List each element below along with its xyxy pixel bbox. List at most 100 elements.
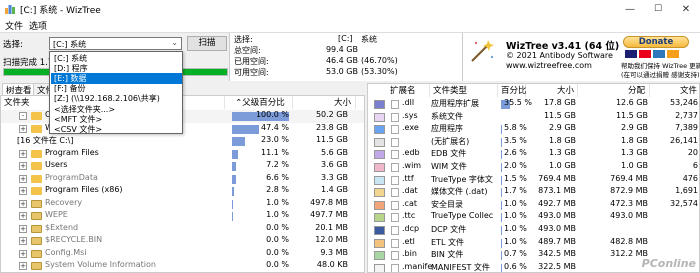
extension-percent: 0.6 % xyxy=(504,261,527,271)
extension-row[interactable]: (无扩展名) 3.5 % 1.8 GB 1.8 GB 26,141 xyxy=(368,135,699,149)
drive-option[interactable]: <CSV 文件> xyxy=(51,124,182,135)
expand-toggle-icon[interactable]: + xyxy=(19,262,27,270)
tree-row[interactable]: + Config.Msi 0.0 % 9.3 MB xyxy=(1,248,364,261)
extension-row[interactable]: .wim WIM 文件 2.0 % 1.0 GB 1.0 GB 6 xyxy=(368,161,699,174)
drive-select[interactable]: [C:] 系统 ⌄ xyxy=(49,37,182,50)
extension-row[interactable]: .dat 媒体文件 (.dat) 1.7 % 873.1 MB 872.9 MB 1,69… xyxy=(368,186,699,199)
expand-toggle-icon[interactable]: + xyxy=(19,187,27,195)
expand-toggle-icon[interactable]: + xyxy=(19,174,27,183)
file-type: 应用程序扩展 xyxy=(431,99,479,108)
tree-row[interactable]: + $Extend 0.0 % 20.1 MB xyxy=(1,223,364,236)
menu-options[interactable]: 选项 xyxy=(29,19,47,32)
extension-row[interactable]: .ttc TrueType Collection 1.0 % 493.0 MB 493.… xyxy=(368,211,699,224)
brand-url[interactable]: www.wiztreefree.com xyxy=(506,61,592,70)
menu-file[interactable]: 文件 xyxy=(5,19,23,32)
expand-toggle-icon[interactable]: + xyxy=(19,212,27,220)
extension-file-count: 1,691 xyxy=(675,186,698,196)
expand-toggle-icon[interactable]: + xyxy=(19,149,27,158)
extension-size: 1.3 GB xyxy=(549,148,576,158)
tree-row[interactable]: + Program Files (x86) 2.8 % 1.4 GB xyxy=(1,185,364,198)
tree-row[interactable]: + System Volume Information 0.0 % 48.0 KB xyxy=(1,260,364,272)
tree-row-size: 497.8 MB xyxy=(310,197,348,207)
expand-toggle-icon[interactable]: + xyxy=(19,124,27,133)
file-type: 系统文件 xyxy=(431,111,463,121)
extension-row[interactable]: .dcp DCP 文件 1.0 % 493.0 MB xyxy=(368,224,699,237)
brand-note: (在可以通过捐赠 感谢支持) xyxy=(621,71,700,79)
extension-size: 11.5 GB xyxy=(543,110,576,120)
tree-row[interactable]: [16 文件在 C:\] 23.0 % 11.5 GB xyxy=(1,135,364,148)
extension-row[interactable]: .exe 应用程序 5.8 % 2.9 GB 2.9 GB 7,389 xyxy=(368,123,699,136)
column-header-size[interactable]: 大小 xyxy=(293,96,356,109)
column-header-file-type[interactable]: 文件类型 xyxy=(430,84,498,97)
extension-size: 769.4 MB xyxy=(538,173,576,183)
extension-name: .cat xyxy=(402,198,417,208)
close-button[interactable]: ✕ xyxy=(672,0,700,18)
extension-row[interactable]: .ttf TrueType 字体文件 1.5 % 769.4 MB 769.4 MB 47… xyxy=(368,173,699,187)
extension-size: 17.8 GB xyxy=(543,98,576,107)
stats-key: 已用空间: xyxy=(234,57,269,66)
column-header-extension[interactable]: 扩展名 xyxy=(368,84,430,97)
title-bar: [C:] 系统 - WizTree — ☐ ✕ xyxy=(0,0,700,18)
extension-row[interactable]: .sys 系统文件 11.5 GB 11.5 GB 2,737 xyxy=(368,110,699,124)
expand-toggle-icon[interactable]: + xyxy=(19,249,27,258)
drive-dropdown-list[interactable]: [C:] 系统 [D:] 程序 [E:] 数据 [F:] 备份 [Z:] (\\192.… xyxy=(49,51,183,134)
tree-row-size: 1.4 GB xyxy=(321,185,348,194)
expand-toggle-icon[interactable]: + xyxy=(19,237,27,245)
extension-row[interactable]: .etl ETL 文件 1.0 % 489.7 MB 482.8 MB xyxy=(368,237,699,250)
extension-size: 492.7 MB xyxy=(538,198,576,208)
tree-row-size: 20.1 MB xyxy=(315,222,348,232)
column-header-percent[interactable]: 百分比 xyxy=(498,84,527,97)
column-header-ext-size[interactable]: 大小 xyxy=(526,84,578,97)
expand-toggle-icon[interactable]: - xyxy=(19,112,27,120)
wiztree-window: [C:] 系统 - WizTree — ☐ ✕ 文件 选项 选择: 扫描完成 1… xyxy=(0,0,700,273)
extension-size: 322.5 MB xyxy=(538,261,576,271)
extension-percent: 1.0 % xyxy=(504,224,527,233)
extension-percent: 3.5 % xyxy=(504,135,527,145)
folder-icon xyxy=(31,262,42,270)
expand-toggle-icon[interactable]: + xyxy=(19,162,27,170)
tree-row[interactable]: + Users 7.2 % 3.6 GB xyxy=(1,160,364,173)
parent-percent-bar xyxy=(232,162,237,171)
tree-row[interactable]: + $RECYCLE.BIN 0.0 % 12.0 MB xyxy=(1,235,364,248)
file-type: WIM 文件 xyxy=(431,162,467,171)
maximize-button[interactable]: ☐ xyxy=(644,0,672,18)
minimize-button[interactable]: — xyxy=(616,0,644,18)
menu-bar: 文件 选项 xyxy=(0,18,700,33)
tree-row-size: 48.0 KB xyxy=(316,260,348,269)
tree-row-size: 9.3 MB xyxy=(320,247,348,257)
file-type-icon xyxy=(391,112,399,122)
tree-row-name: System Volume Information xyxy=(45,260,156,269)
extension-size: 1.0 GB xyxy=(549,161,576,170)
stats-key: 可用空间: xyxy=(234,68,269,77)
tree-row-percent: 1.0 % xyxy=(266,210,289,219)
file-type-icon xyxy=(391,150,399,160)
tree-row[interactable]: + ProgramData 6.6 % 3.3 GB xyxy=(1,173,364,186)
tab-tree-view[interactable]: 树查看 xyxy=(2,83,36,96)
stats-value: 99.4 GB xyxy=(325,45,358,54)
scan-button[interactable]: 扫描 xyxy=(187,36,227,51)
tree-row-name: Recovery xyxy=(45,197,83,207)
donate-button[interactable]: Donate xyxy=(623,36,689,48)
tree-row-percent: 100.0 % xyxy=(255,110,289,119)
expand-toggle-icon[interactable]: + xyxy=(19,224,27,233)
extension-list[interactable]: 扩展名 文件类型 百分比 大小 分配 文件 .dll 应用程序扩展 35.5 % 17… xyxy=(367,83,700,273)
tree-row-name: WEPE xyxy=(45,210,68,219)
column-header-file-count[interactable]: 文件 xyxy=(650,84,699,97)
expand-toggle-icon[interactable]: + xyxy=(19,199,27,208)
extension-row[interactable]: .cat 安全目录 1.0 % 492.7 MB 472.3 MB 32,574 xyxy=(368,198,699,212)
stats-percent: (46.70%) xyxy=(361,56,398,65)
extension-row[interactable]: .edb EDB 文件 2.6 % 1.3 GB 1.3 GB 20 xyxy=(368,148,699,161)
extension-row[interactable]: .dll 应用程序扩展 35.5 % 17.8 GB 12.6 GB 53,246 xyxy=(368,98,699,111)
color-swatch xyxy=(374,188,385,198)
file-type: ETL 文件 xyxy=(431,237,464,247)
tree-row[interactable]: + Program Files 11.1 % 5.6 GB xyxy=(1,148,364,161)
file-type-icon xyxy=(391,200,399,210)
tree-row[interactable]: + WEPE 1.0 % 497.7 MB xyxy=(1,210,364,223)
extension-percent: 1.7 % xyxy=(504,186,527,196)
column-header-parent-percent[interactable]: ⌃父级百分比 xyxy=(225,96,293,109)
tree-row-percent: 47.4 % xyxy=(261,122,289,132)
extension-allocated: 769.4 MB xyxy=(610,173,648,183)
tree-row-percent: 11.1 % xyxy=(261,147,289,157)
tree-row[interactable]: + Recovery 1.0 % 497.8 MB xyxy=(1,198,364,211)
column-header-allocated[interactable]: 分配 xyxy=(578,84,650,97)
